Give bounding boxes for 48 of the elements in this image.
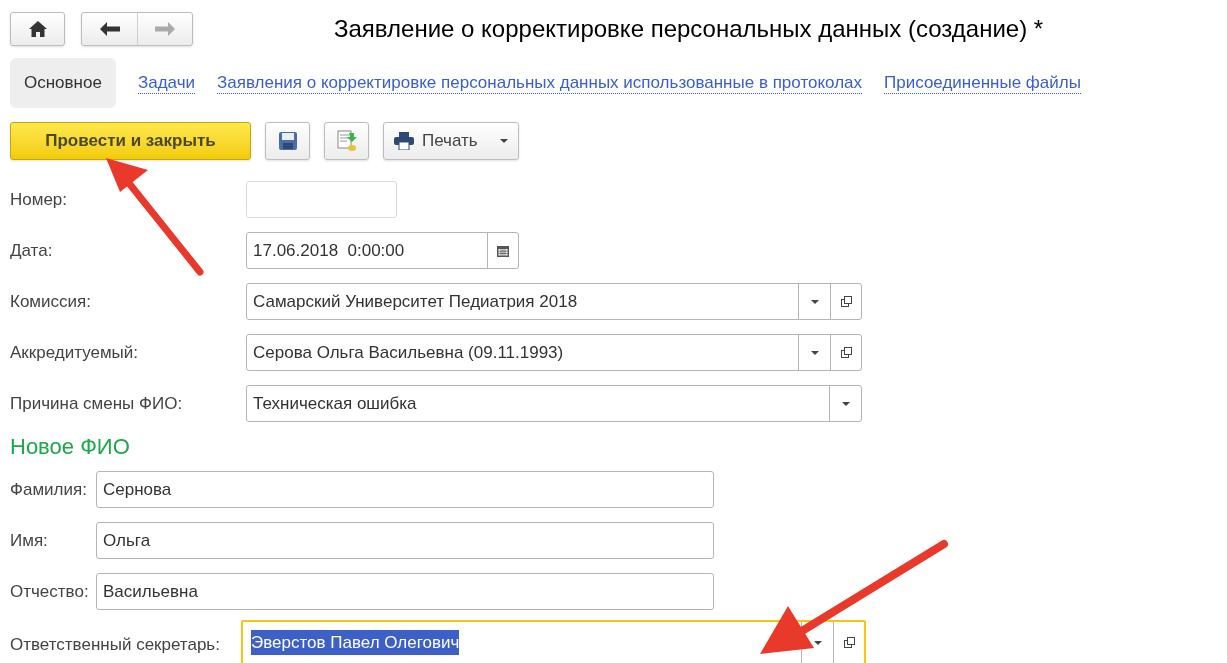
home-icon xyxy=(28,21,47,37)
field-label: Комиссия: xyxy=(9,290,92,313)
date-field[interactable]: 17.06.2018 0:00:00 xyxy=(246,232,519,269)
select-field[interactable]: Самарский Университет Педиатрия 2018 xyxy=(246,283,862,320)
home-button[interactable] xyxy=(10,12,65,46)
dropdown-icon xyxy=(841,401,850,406)
number-field[interactable] xyxy=(246,181,397,218)
select-field[interactable]: Техническая ошибка xyxy=(246,385,862,422)
name-field[interactable]: Васильевна xyxy=(96,573,714,610)
field-value: Самарский Университет Педиатрия 2018 xyxy=(252,290,579,313)
dropdown-icon xyxy=(810,350,819,355)
field-label: Дата: xyxy=(9,239,54,262)
field-label: Ответственный секретарь: xyxy=(9,634,221,656)
open-window-icon xyxy=(843,637,855,648)
field-label: Имя: xyxy=(9,529,49,552)
open-window-icon xyxy=(840,347,852,358)
dropdown-icon xyxy=(810,299,819,304)
document-arrow-icon xyxy=(335,130,358,152)
field-value: Серова Ольга Васильевна (09.11.1993) xyxy=(252,341,565,364)
tab[interactable]: Присоединенные файлы xyxy=(884,72,1081,94)
save-button[interactable] xyxy=(265,122,310,160)
forward-arrow-icon xyxy=(155,22,175,36)
tab[interactable]: Основное xyxy=(10,58,116,108)
back-arrow-icon xyxy=(99,22,120,36)
field-label: Аккредитуемый: xyxy=(9,341,140,364)
name-field[interactable]: Ольга xyxy=(96,522,714,559)
open-window-icon xyxy=(840,296,852,307)
dropdown-icon xyxy=(500,139,508,143)
field-label: Причина смены ФИО: xyxy=(9,392,184,415)
window-title: Заявление о корректировке персональных данных (создание) * xyxy=(334,14,1044,44)
section-heading: Новое ФИО xyxy=(10,433,130,461)
post-button[interactable] xyxy=(324,122,369,160)
tab[interactable]: Задачи xyxy=(137,72,195,94)
field-label: Номер: xyxy=(9,188,69,211)
name-field[interactable]: Сернова xyxy=(96,471,714,508)
printer-icon xyxy=(394,132,414,150)
post-and-close-button[interactable]: Провести и закрыть xyxy=(10,122,251,160)
field-value: Техническая ошибка xyxy=(252,392,418,415)
select-field[interactable]: Серова Ольга Васильевна (09.11.1993) xyxy=(246,334,862,371)
tab[interactable]: Заявления о корректировке персональных данных использованные в протоколах xyxy=(217,72,863,94)
print-button[interactable]: Печать xyxy=(383,122,519,160)
dropdown-icon xyxy=(813,640,822,645)
field-value: Эверстов Павел Олегович xyxy=(251,629,460,656)
secretary-select-field[interactable]: Эверстов Павел Олегович xyxy=(241,620,866,663)
calendar-icon xyxy=(497,244,509,257)
field-label: Отчество: xyxy=(9,580,90,603)
field-value: 17.06.2018 0:00:00 xyxy=(252,239,406,262)
field-label: Фамилия: xyxy=(9,478,88,501)
